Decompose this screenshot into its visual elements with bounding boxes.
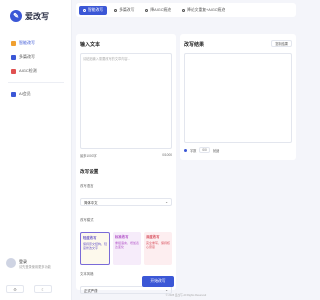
tab-label: 智能改写: [88, 7, 104, 12]
style-value: 正式严谨: [84, 288, 98, 293]
tab-label: 降论文重复+AIGC痕迹: [187, 7, 226, 12]
mode-label: 改写模式: [80, 218, 94, 222]
docs-icon: [11, 54, 16, 60]
tab-reduce-duplicate-aigc[interactable]: 降论文重复+AIGC痕迹: [178, 6, 229, 15]
result-count-chip: 0/0: [199, 147, 210, 153]
source-text-input[interactable]: 请粘贴输入需要改写的文章内容...: [80, 53, 172, 149]
tab-icon: [83, 8, 86, 12]
app-title: 爱改写: [25, 11, 49, 21]
user-actions: ⚙ ☾: [6, 285, 52, 293]
copy-result-button[interactable]: 复制结果: [271, 40, 292, 47]
sidebar-nav: 智能改写 多篇改写 AIGC检测 AI会员: [6, 38, 66, 103]
mode-title: 深度改写: [146, 235, 160, 239]
theme-toggle-button[interactable]: ☾: [34, 285, 52, 293]
style-label: 文本风格: [80, 272, 94, 276]
edit-icon: [11, 40, 16, 46]
mode-options: 轻度改写 保持原文结构，轻度修改文字 标准改写 重组语言，增加表达变化 深度改写…: [80, 232, 172, 265]
member-icon: [11, 91, 16, 97]
char-count-row: 最多1000字 0/1000: [80, 153, 172, 158]
page-footer: © 2025 爱改写 All Rights Reserved: [165, 294, 207, 297]
mode-title: 标准改写: [115, 235, 129, 239]
tab-label: 降AIGC痕迹: [150, 7, 172, 12]
divider: [8, 82, 64, 83]
status-dot-icon: [184, 148, 187, 152]
app-logo[interactable]: ✎ 爱改写: [10, 10, 49, 22]
mode-desc: 重组语言，增加表达变化: [115, 241, 140, 249]
chevron-down-icon: ⌄: [165, 200, 168, 204]
settings-button[interactable]: ⚙: [6, 285, 24, 293]
tab-smart-rewrite[interactable]: 智能改写: [79, 5, 108, 15]
result-panel: 改写结果 复制结果 字数 0/0 就绪: [180, 34, 296, 160]
avatar[interactable]: [6, 258, 16, 268]
sidebar-item-aigc-check[interactable]: AIGC检测: [6, 66, 66, 76]
sidebar-item-smart-rewrite[interactable]: 智能改写: [6, 38, 66, 48]
language-label: 改写语言: [80, 184, 94, 188]
gear-icon: ⚙: [13, 286, 17, 292]
mode-desc: 保持原文结构，轻度修改文字: [83, 242, 108, 250]
language-select[interactable]: 简体中文 ⌄: [80, 198, 172, 206]
tab-icon: [182, 8, 186, 12]
sidebar: ✎ 爱改写 智能改写 多篇改写 AIGC检测 AI会员 登录 请先登录使用更多功…: [0, 0, 72, 300]
char-limit-label: 最多1000字: [80, 154, 97, 158]
tab-icon: [114, 8, 118, 12]
editor-title: 输入文本: [80, 42, 101, 48]
editor-panel: 输入文本 请粘贴输入需要改写的文章内容... 最多1000字 0/1000 改写…: [76, 34, 176, 294]
tab-bar: 智能改写 多篇改写 降AIGC痕迹 降论文重复+AIGC痕迹: [76, 3, 296, 17]
char-count: 0/1000: [162, 153, 172, 157]
language-value: 简体中文: [84, 200, 98, 205]
sidebar-item-member[interactable]: AI会员: [6, 89, 66, 99]
tab-icon: [145, 8, 149, 12]
chevron-down-icon: ⌄: [165, 288, 168, 292]
moon-icon: ☾: [41, 286, 45, 292]
tab-reduce-aigc[interactable]: 降AIGC痕迹: [141, 6, 175, 15]
result-title: 改写结果: [184, 42, 205, 48]
mode-desc: 完全重写，保持核心意思: [146, 241, 171, 249]
sidebar-item-label: 多篇改写: [19, 54, 35, 59]
user-subtitle: 请先登录使用更多功能: [19, 265, 51, 269]
result-status: 就绪: [212, 148, 220, 153]
sidebar-item-label: AI会员: [19, 91, 31, 96]
sidebar-item-label: 智能改写: [19, 40, 35, 45]
mode-title: 轻度改写: [83, 236, 97, 240]
mode-standard[interactable]: 标准改写 重组语言，增加表达变化: [113, 232, 141, 265]
result-output[interactable]: [184, 53, 292, 143]
logo-icon: ✎: [10, 10, 22, 22]
sidebar-item-label: AIGC检测: [19, 68, 37, 73]
mode-light[interactable]: 轻度改写 保持原文结构，轻度修改文字: [80, 232, 110, 265]
result-count-label: 字数: [190, 148, 197, 153]
copy-label: 复制结果: [275, 42, 288, 46]
tab-multi-rewrite[interactable]: 多篇改写: [110, 6, 138, 15]
check-icon: [11, 68, 16, 74]
result-footer: 字数 0/0 就绪: [184, 147, 219, 153]
tab-label: 多篇改写: [119, 7, 135, 12]
mode-deep[interactable]: 深度改写 完全重写，保持核心意思: [144, 232, 172, 265]
sidebar-item-multi-rewrite[interactable]: 多篇改写: [6, 52, 66, 62]
settings-title: 改写设置: [80, 169, 99, 174]
start-rewrite-button[interactable]: 开始改写: [142, 276, 174, 287]
